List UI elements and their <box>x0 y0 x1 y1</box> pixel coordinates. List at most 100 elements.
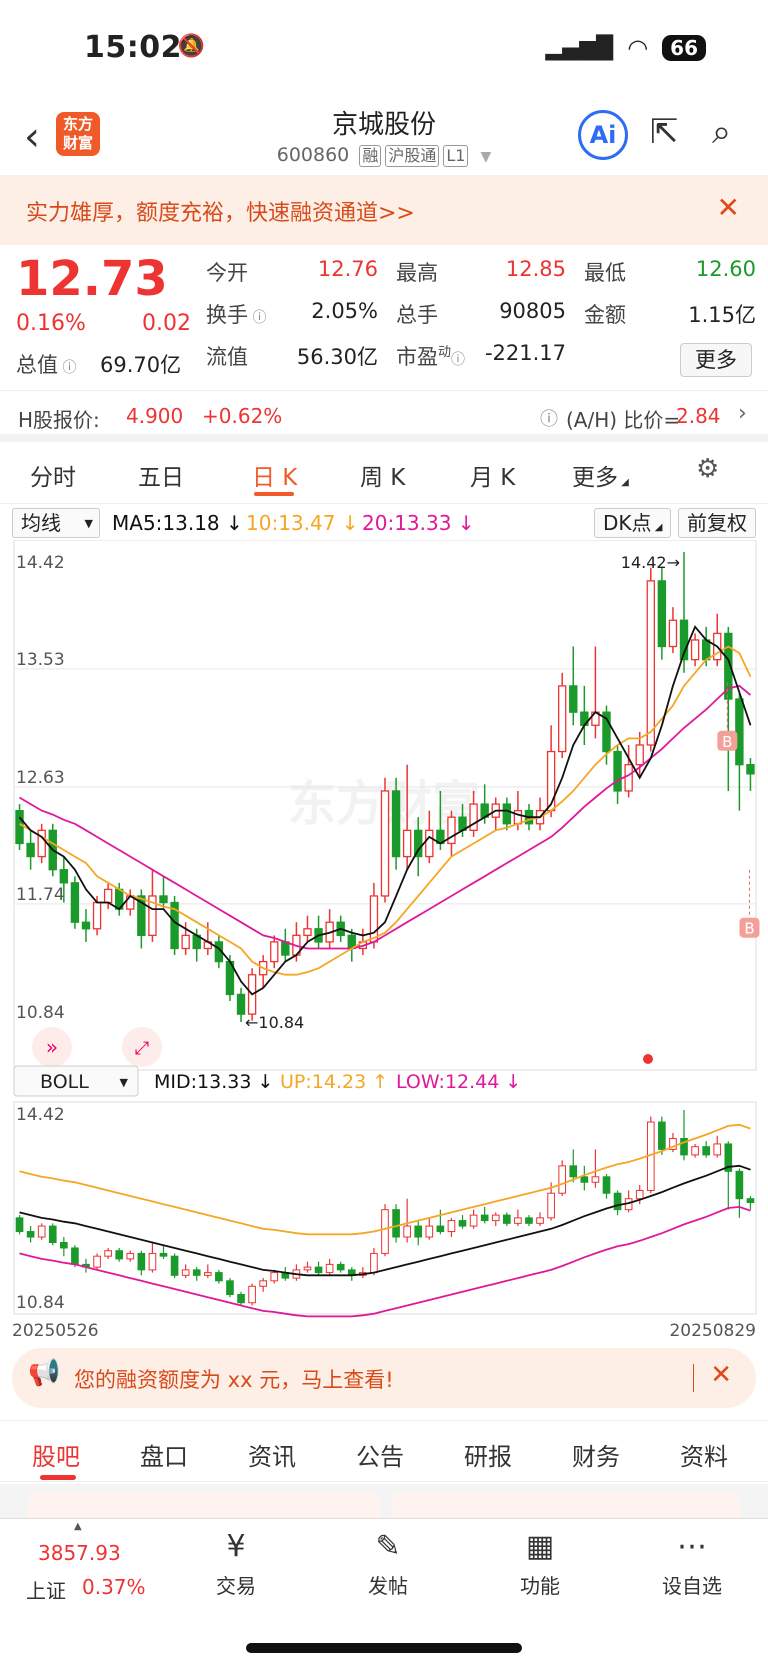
grid-icon: ▦ <box>525 1529 555 1564</box>
candle-body <box>746 1198 755 1204</box>
content-preview <box>0 1484 768 1518</box>
candle-body <box>569 1165 578 1178</box>
quote-panel: 12.73 0.16% 0.02 总值 ⓘ 69.70亿 今开 12.76 最高… <box>0 245 768 390</box>
post-button[interactable]: ✎ 发帖 <box>328 1529 448 1599</box>
index-value[interactable]: 3857.93 <box>38 1541 121 1565</box>
preview-card[interactable] <box>392 1492 740 1518</box>
candle-body <box>746 764 755 775</box>
megaphone-icon: 📢 <box>28 1358 61 1388</box>
ai-button[interactable]: Ai <box>578 110 628 160</box>
tab-monthly-k[interactable]: 月 K <box>470 458 515 492</box>
y-tick-label: 14.42 <box>16 1105 65 1125</box>
tab-more[interactable]: 更多 ◢ <box>572 458 629 492</box>
candle-body <box>148 1252 157 1271</box>
candle-body <box>92 901 102 930</box>
double-chevron-icon: » <box>46 1035 58 1059</box>
candle-body <box>281 941 290 956</box>
low-label: 最低 <box>584 261 626 285</box>
tag-margin: 融 <box>359 145 382 167</box>
divider <box>693 1364 694 1392</box>
float-cap-label: 流值 <box>206 345 248 369</box>
candle-body <box>447 816 456 845</box>
trade-button[interactable]: ¥ 交易 <box>176 1529 296 1599</box>
candle-body <box>303 1266 312 1271</box>
candle-body <box>580 1176 589 1183</box>
low-price-label: ←10.84 <box>245 1013 304 1032</box>
candle-body <box>392 1209 400 1238</box>
low-value: 12.60 <box>695 257 756 281</box>
status-icons: 🔕 ▂▄▆█ ◠ 66 <box>178 34 706 62</box>
tab-five-day[interactable]: 五日 <box>138 458 184 492</box>
tab-guba[interactable]: 股吧 <box>32 1437 80 1472</box>
content-tabs: 股吧 盘口 资讯 公告 研报 财务 资料 <box>0 1420 768 1482</box>
h-share-row[interactable]: H股报价: 4.900 +0.62% ⓘ (A/H) 比价= 2.84 › <box>0 390 768 442</box>
candle-body <box>215 1272 223 1282</box>
chevron-right-icon: › <box>738 401 747 426</box>
gear-icon[interactable]: ⚙ <box>696 454 719 484</box>
candle-body <box>159 1252 168 1257</box>
tab-pankou[interactable]: 盘口 <box>140 1437 188 1472</box>
candle-body <box>513 809 523 825</box>
candle-body <box>702 1146 710 1156</box>
tab-research[interactable]: 研报 <box>464 1437 512 1472</box>
candle-body <box>425 829 434 858</box>
boll-low-label: LOW:12.44 ↓ <box>396 1071 521 1093</box>
dk-point-button[interactable]: DK点 ◢ <box>594 508 672 538</box>
candle-body <box>635 1189 644 1200</box>
preview-card[interactable] <box>28 1492 380 1518</box>
signal-label: B <box>744 920 754 938</box>
close-icon[interactable]: ✕ <box>717 191 740 224</box>
candle-body <box>170 1255 179 1276</box>
candle-body <box>37 829 46 858</box>
kline-chart-area[interactable]: 东方财富14.4213.5312.6311.7410.8414.42→←10.8… <box>0 539 768 1341</box>
candle-body <box>558 1165 567 1194</box>
tab-announcements[interactable]: 公告 <box>356 1437 404 1472</box>
candle-body <box>59 869 69 884</box>
amount-value: 1.15亿 <box>688 303 756 327</box>
ah-ratio-label: (A/H) 比价= <box>566 408 681 432</box>
more-button[interactable]: 更多 <box>680 343 752 377</box>
margin-ad[interactable]: 📢 您的融资额度为 xx 元，马上查看! ✕ <box>12 1348 756 1408</box>
candle-body <box>226 1280 234 1296</box>
kline-chart[interactable]: 东方财富14.4213.5312.6311.7410.8414.42→←10.8… <box>0 539 768 1341</box>
y-tick-label: 10.84 <box>16 1293 65 1313</box>
candle-body <box>480 1214 489 1222</box>
change-amount: 0.02 <box>142 311 191 336</box>
tag-connect: 沪股通 <box>385 145 440 167</box>
candle-body <box>514 1217 522 1224</box>
candle-body <box>181 934 190 950</box>
event-dot <box>643 1054 653 1064</box>
candle-body <box>369 895 379 943</box>
tab-daily-k[interactable]: 日 K <box>252 458 297 492</box>
close-icon[interactable]: ✕ <box>710 1360 732 1390</box>
y-tick-label: 11.74 <box>16 885 65 905</box>
question-icon: ⓘ <box>540 409 558 430</box>
ma20-label: 20:13.33 ↓ <box>362 511 475 535</box>
candle-body <box>558 685 567 753</box>
index-pct[interactable]: 0.37% <box>82 1575 146 1599</box>
features-button[interactable]: ▦ 功能 <box>480 1529 600 1599</box>
tab-intraday[interactable]: 分时 <box>30 458 76 492</box>
adjust-button[interactable]: 前复权 <box>678 508 756 538</box>
share-icon[interactable]: ⇱ <box>650 112 679 152</box>
search-icon[interactable]: ⌕ <box>712 112 731 152</box>
tab-finance[interactable]: 财务 <box>572 1437 620 1472</box>
candle-body <box>303 928 312 937</box>
candle-body <box>569 685 578 713</box>
index-name[interactable]: 上证 <box>26 1575 66 1604</box>
candle-body <box>26 1231 35 1238</box>
candle-body <box>81 921 91 930</box>
tab-news[interactable]: 资讯 <box>248 1437 296 1472</box>
ah-ratio-value: 2.84 <box>676 404 721 428</box>
candle-body <box>314 1266 323 1274</box>
promo-banner[interactable]: 实力雄厚，额度充裕，快速融资通道>> ✕ <box>0 175 768 245</box>
high-label: 最高 <box>396 261 438 285</box>
tab-weekly-k[interactable]: 周 K <box>360 458 405 492</box>
add-watchlist-button[interactable]: ⋯ 设自选 <box>632 1529 752 1599</box>
period-tabs: 分时 五日 日 K 周 K 月 K 更多 ◢ ⚙ <box>0 442 768 504</box>
candle-body <box>657 580 667 648</box>
indicator-selector[interactable]: 均线 ▼ <box>12 508 100 538</box>
h-share-pct: +0.62% <box>202 404 283 428</box>
tab-profile[interactable]: 资料 <box>680 1437 728 1472</box>
active-tab-underline <box>254 492 294 496</box>
